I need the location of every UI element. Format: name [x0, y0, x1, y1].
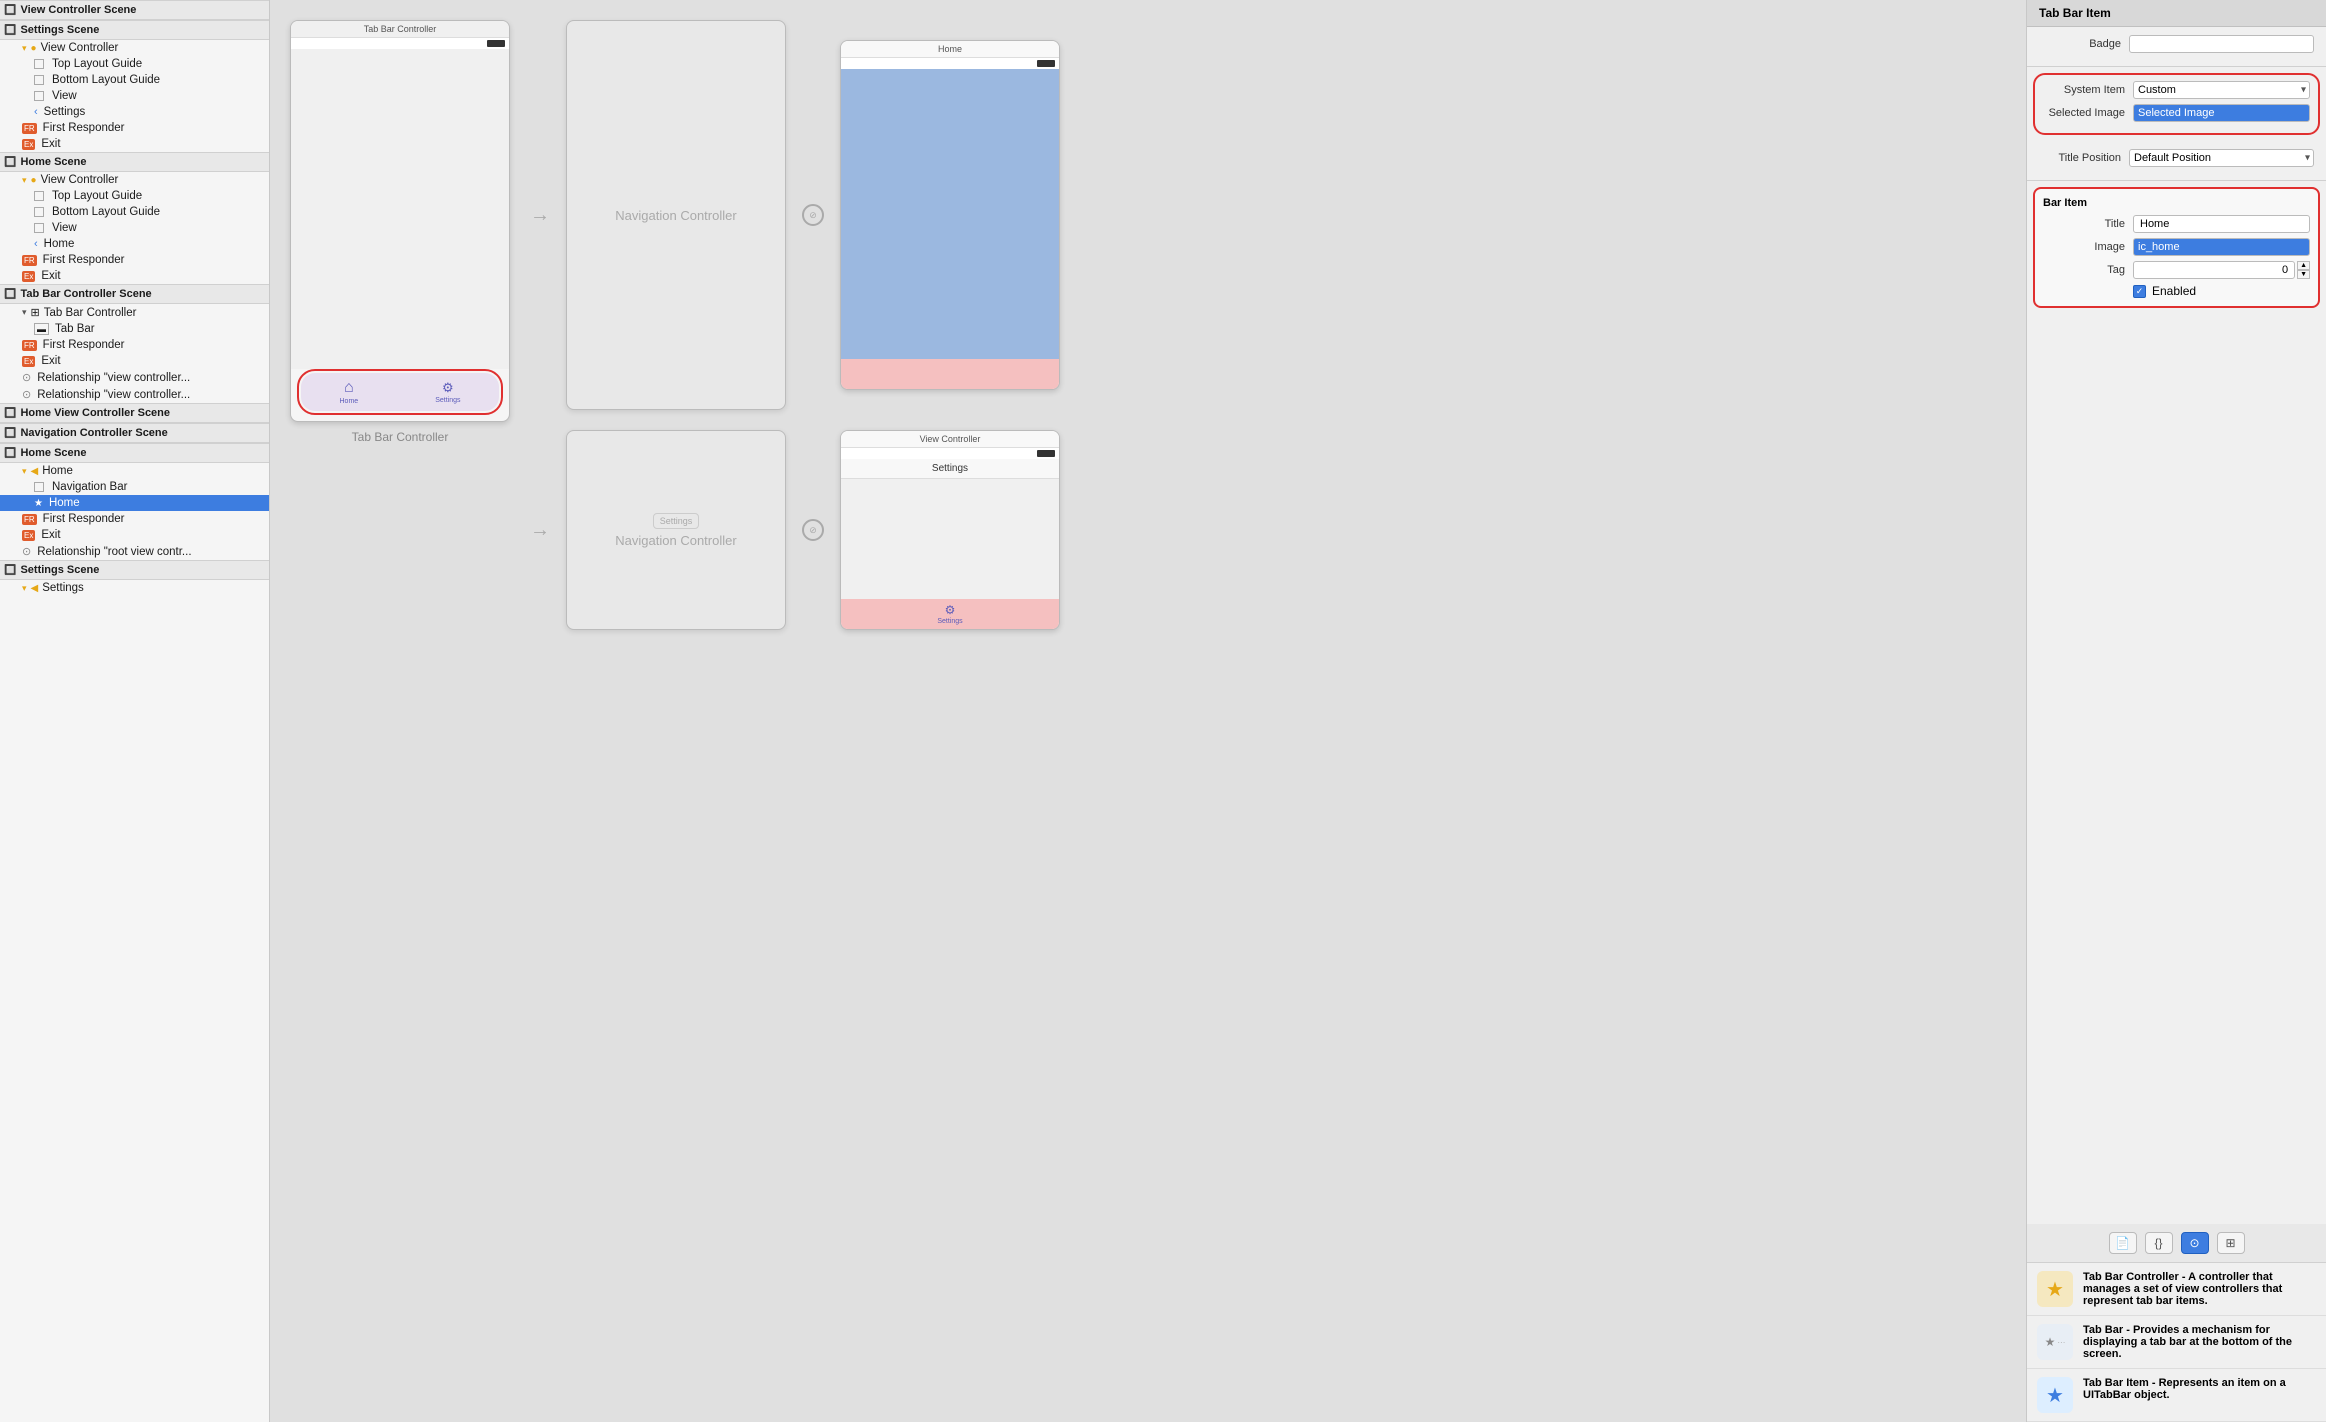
sidebar-item-exit-3[interactable]: Ex Exit [0, 353, 269, 369]
title-position-select[interactable]: Default Position [2129, 149, 2314, 167]
sidebar-item-navigation-bar[interactable]: Navigation Bar [0, 479, 269, 495]
bar-item-title-input[interactable] [2133, 215, 2310, 233]
enabled-checkbox[interactable]: ✓ [2133, 285, 2146, 298]
home-pink-tab [841, 359, 1059, 389]
tab-controller-body [291, 49, 509, 369]
sidebar-item-first-responder-4[interactable]: FR First Responder [0, 511, 269, 527]
bar-item-section: Bar Item Title Image ic_home Tag ▲ ▼ [2033, 187, 2320, 308]
sidebar: 🔲 View Controller Scene 🔲 Settings Scene… [0, 0, 270, 1422]
sidebar-item-bottom-layout-1[interactable]: Bottom Layout Guide [0, 72, 269, 88]
tab-bar-highlighted: ⌂ Home ⚙ Settings [297, 369, 503, 415]
system-item-select[interactable]: Custom [2133, 81, 2310, 99]
sidebar-item-home-nav[interactable]: ▾ ◀ Home [0, 463, 269, 479]
tab-controller-header: Tab Bar Controller [291, 21, 509, 38]
arrow-right-1: → [530, 204, 550, 227]
arrow-circle-1: ⊘ [802, 204, 824, 226]
sidebar-scene-home-view-controller[interactable]: 🔲 Home View Controller Scene [0, 403, 269, 423]
badge-input[interactable] [2129, 35, 2314, 53]
sidebar-item-tab-bar-controller[interactable]: ▾ ⊞ Tab Bar Controller [0, 304, 269, 321]
sidebar-scene-tab-bar-controller[interactable]: 🔲 Tab Bar Controller Scene [0, 284, 269, 304]
home-blue-area [841, 69, 1059, 359]
system-item-highlight: System Item Custom Selected Image Select… [2033, 73, 2320, 135]
inspector-tab-file[interactable]: 📄 [2109, 1232, 2137, 1254]
title-position-section: Title Position Default Position [2027, 141, 2326, 181]
right-inspector-panel: Tab Bar Item Badge System Item Custom Se… [2026, 0, 2326, 1422]
bar-item-title: Bar Item [2043, 197, 2310, 209]
sidebar-scene-home-1[interactable]: 🔲 Home Scene [0, 152, 269, 172]
sidebar-item-first-responder-2[interactable]: FR First Responder [0, 252, 269, 268]
nav-controller-2: Settings Navigation Controller [566, 430, 786, 630]
tab-bar-controller-widget: Tab Bar Controller ⌂ Home [290, 20, 510, 444]
sidebar-item-relationship-2[interactable]: ⊙ Relationship "view controller... [0, 386, 269, 403]
sidebar-item-exit-1[interactable]: Ex Exit [0, 136, 269, 152]
tab-item-settings: ⚙ Settings [435, 380, 460, 404]
obj-tab-bar-controller: ★ Tab Bar Controller - A controller that… [2027, 1263, 2326, 1316]
selected-image-select[interactable]: Selected Image [2133, 104, 2310, 122]
bar-item-tag-input[interactable] [2133, 261, 2295, 279]
sidebar-scene-navigation-controller[interactable]: 🔲 Navigation Controller Scene [0, 423, 269, 443]
arrow-circle-2: ⊘ [802, 519, 824, 541]
tab-bar-item-header: Tab Bar Item [2027, 0, 2326, 27]
settings-status-battery [1037, 450, 1055, 457]
system-item-row: System Item Custom [2035, 81, 2318, 99]
badge-section: Badge [2027, 27, 2326, 67]
tab-controller-label: Tab Bar Controller [352, 430, 449, 444]
sidebar-item-top-layout-1[interactable]: Top Layout Guide [0, 56, 269, 72]
inspector-tab-object[interactable]: {} [2145, 1232, 2173, 1254]
canvas-area: Tab Bar Controller ⌂ Home [270, 0, 2026, 1422]
sidebar-item-first-responder-1[interactable]: FR First Responder [0, 120, 269, 136]
sidebar-item-exit-2[interactable]: Ex Exit [0, 268, 269, 284]
arrow-right-2: → [530, 519, 550, 542]
bar-item-image-select[interactable]: ic_home [2133, 238, 2310, 256]
settings-content [841, 479, 1059, 599]
nav-controller-1: Navigation Controller [566, 20, 786, 410]
inspector-tabs: 📄 {} ⊙ ⊞ [2027, 1224, 2326, 1263]
bar-item-title-row: Title [2043, 215, 2310, 233]
sidebar-scene-settings-1[interactable]: 🔲 Settings Scene [0, 20, 269, 40]
sidebar-item-home-back[interactable]: ‹ Home [0, 236, 269, 252]
status-bar-battery [487, 40, 505, 47]
settings-pink-tab: ⚙ Settings [841, 599, 1059, 629]
bar-item-image-row: Image ic_home [2043, 238, 2310, 256]
tab-item-home: ⌂ Home [340, 379, 359, 405]
sidebar-item-home-star[interactable]: ★ Home [0, 495, 269, 511]
sidebar-item-view-controller-1[interactable]: ▾ ● View Controller [0, 40, 269, 56]
settings-nav-title: Settings [841, 459, 1059, 479]
badge-row: Badge [2039, 35, 2314, 53]
sidebar-item-view-controller-2[interactable]: ▾ ● View Controller [0, 172, 269, 188]
obj-tab-bar: ★ ··· Tab Bar - Provides a mechanism for… [2027, 1316, 2326, 1369]
sidebar-item-first-responder-3[interactable]: FR First Responder [0, 337, 269, 353]
sidebar-item-top-layout-2[interactable]: Top Layout Guide [0, 188, 269, 204]
sidebar-item-view-2[interactable]: View [0, 220, 269, 236]
bar-item-enabled-row: ✓ Enabled [2043, 284, 2310, 298]
sidebar-item-exit-4[interactable]: Ex Exit [0, 527, 269, 543]
sidebar-item-tab-bar[interactable]: ▬ Tab Bar [0, 321, 269, 337]
settings-phone: View Controller Settings ⚙ Settings [840, 430, 1060, 630]
selected-image-row: Selected Image Selected Image [2035, 104, 2318, 122]
obj-tab-bar-item: ★ Tab Bar Item - Represents an item on a… [2027, 1369, 2326, 1422]
sidebar-scene-view-controller[interactable]: 🔲 View Controller Scene [0, 0, 269, 20]
sidebar-item-bottom-layout-2[interactable]: Bottom Layout Guide [0, 204, 269, 220]
sidebar-item-settings-nav[interactable]: ▾ ◀ Settings [0, 580, 269, 596]
sidebar-scene-home-2[interactable]: 🔲 Home Scene [0, 443, 269, 463]
inspector-tab-size[interactable]: ⊞ [2217, 1232, 2245, 1254]
home-status-battery [1037, 60, 1055, 67]
sidebar-scene-settings-2[interactable]: 🔲 Settings Scene [0, 560, 269, 580]
bar-item-tag-row: Tag ▲ ▼ [2043, 261, 2310, 279]
sidebar-item-settings-back[interactable]: ‹ Settings [0, 104, 269, 120]
tab-bar: ⌂ Home ⚙ Settings [301, 373, 499, 411]
sidebar-item-relationship-1[interactable]: ⊙ Relationship "view controller... [0, 369, 269, 386]
home-phone: Home [840, 40, 1060, 390]
sidebar-item-relationship-root[interactable]: ⊙ Relationship "root view contr... [0, 543, 269, 560]
inspector-tab-attributes[interactable]: ⊙ [2181, 1232, 2209, 1254]
sidebar-item-view-1[interactable]: View [0, 88, 269, 104]
title-position-row: Title Position Default Position [2039, 149, 2314, 167]
